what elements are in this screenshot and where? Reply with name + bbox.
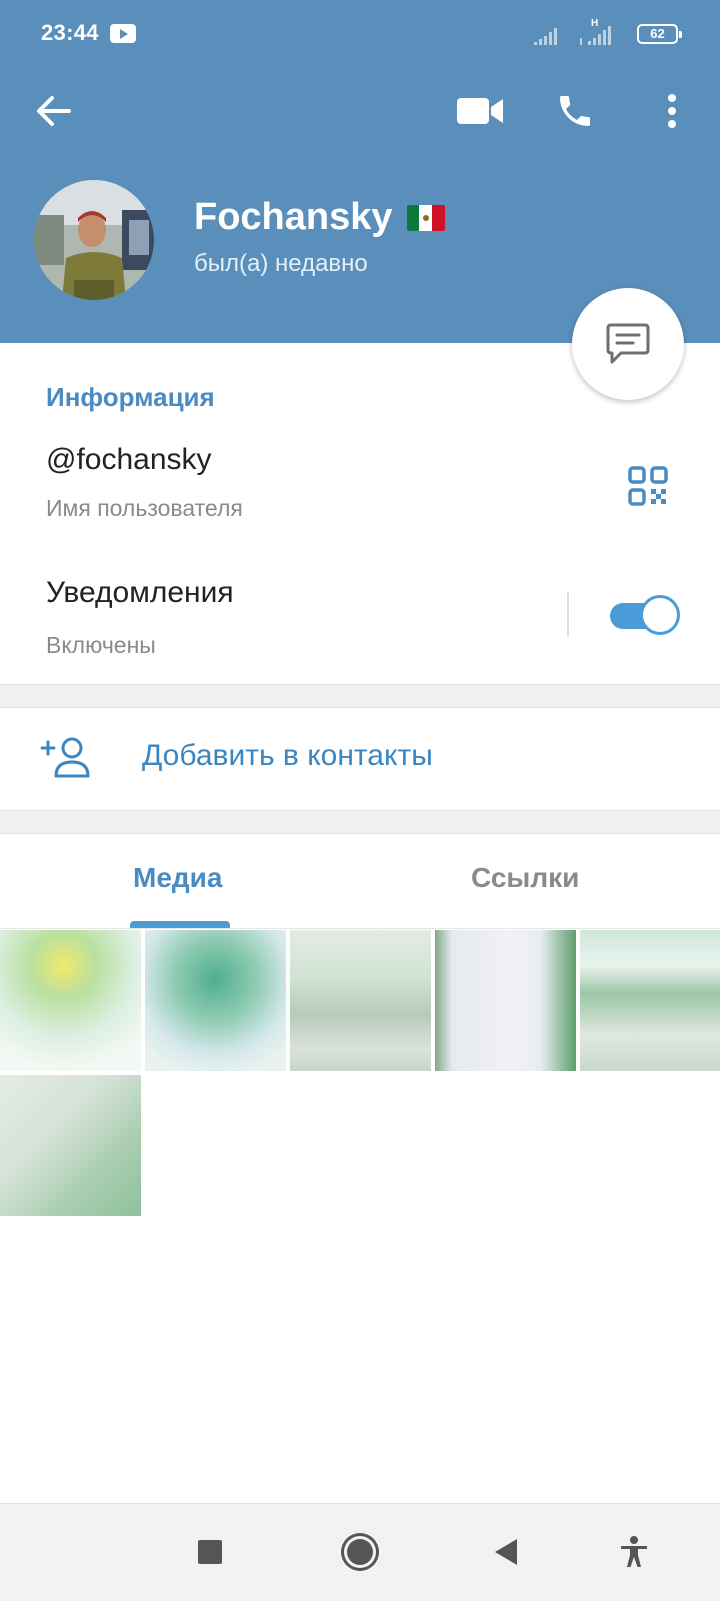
section-divider [0,684,720,708]
add-person-icon [40,737,90,778]
username-caption: Имя пользователя [46,495,243,521]
toggle-knob [640,595,680,635]
notifications-toggle[interactable] [610,595,680,635]
message-button[interactable] [572,288,684,400]
video-call-icon[interactable] [454,88,506,134]
signal-icon [534,28,557,45]
active-tab-indicator [130,921,230,928]
divider [567,592,569,637]
back-triangle-icon[interactable] [488,1534,524,1570]
last-seen-status: был(а) недавно [194,250,368,277]
media-tabs: Медиа Ссылки [0,832,720,929]
info-section-title: Информация [46,382,215,412]
media-thumbnail[interactable] [0,930,141,1071]
system-navigation-bar [0,1503,720,1601]
media-thumbnail[interactable] [580,930,720,1071]
battery-icon: 62 [637,24,682,44]
more-vertical-icon[interactable] [652,88,692,134]
status-time: 23:44 [41,20,99,45]
youtube-icon [110,24,136,43]
signal-h-icon [580,26,611,45]
media-thumbnail[interactable] [290,930,431,1071]
accessibility-icon[interactable] [614,1532,654,1572]
media-thumbnail[interactable] [0,1075,141,1216]
media-thumbnail[interactable] [145,930,286,1071]
home-circle-icon[interactable] [340,1532,380,1572]
notifications-caption: Включены [46,632,156,658]
qr-code-icon[interactable] [624,462,672,510]
back-arrow-icon[interactable] [30,88,78,134]
profile-name: Fochansky [194,196,445,239]
username-value[interactable]: @fochansky [46,443,212,477]
profile-name-text: Fochansky [194,196,393,238]
section-divider [0,810,720,834]
status-bar: 23:44 H 62 [0,0,720,70]
message-icon [606,323,650,364]
tab-links[interactable]: Ссылки [471,862,579,894]
tab-media[interactable]: Медиа [133,862,222,894]
recents-square-icon[interactable] [192,1534,228,1570]
media-thumbnail[interactable] [435,930,576,1071]
mexico-flag-icon [406,204,445,231]
add-contact-label[interactable]: Добавить в контакты [142,739,433,773]
notifications-label[interactable]: Уведомления [46,576,234,610]
phone-icon[interactable] [550,86,600,136]
avatar[interactable] [34,180,154,300]
